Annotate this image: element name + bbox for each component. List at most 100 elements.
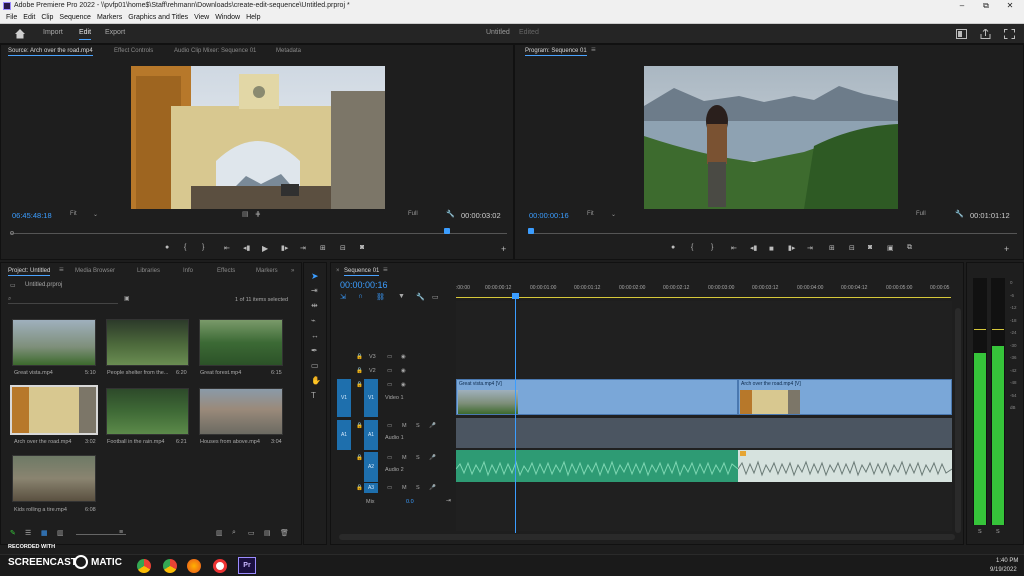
extract-icon[interactable]: ⊟ — [849, 244, 855, 252]
fullscreen-icon[interactable] — [1004, 29, 1015, 39]
mark-out-icon[interactable]: } — [711, 244, 713, 251]
firefox-icon[interactable] — [187, 559, 201, 573]
clip-thumbnail[interactable] — [199, 319, 283, 366]
tab-libraries[interactable]: Libraries — [137, 265, 160, 277]
menu-markers[interactable]: Markers — [97, 12, 122, 24]
tab-markers[interactable]: Markers — [256, 265, 278, 277]
camera-icon[interactable]: ◙ — [360, 244, 364, 251]
tab-media-browser[interactable]: Media Browser — [75, 265, 115, 277]
go-to-out-icon[interactable]: ⇥ — [300, 244, 306, 252]
timeline-clip-audio[interactable] — [456, 450, 738, 482]
a1-target-toggle[interactable]: A1 — [364, 420, 378, 450]
proxy-icon[interactable]: ⧉ — [907, 244, 912, 252]
wrench-icon[interactable]: 🔧 — [416, 293, 425, 301]
sync-icon[interactable]: ▭ — [387, 485, 392, 491]
overwrite-icon[interactable]: ⊟ — [340, 244, 346, 252]
sort-icon[interactable]: ≡ — [119, 529, 123, 536]
clip-thumbnail-selected[interactable] — [10, 385, 98, 435]
eye-icon[interactable]: ◉ — [401, 382, 406, 388]
program-quality-dropdown[interactable]: Full — [916, 211, 926, 217]
snap-icon[interactable]: ∩ — [358, 293, 363, 300]
project-search-input[interactable]: ⌕ — [8, 295, 118, 304]
list-view-icon[interactable]: ☰ — [25, 529, 31, 537]
tab-effects[interactable]: Effects — [217, 265, 235, 277]
tab-metadata[interactable]: Metadata — [276, 45, 301, 57]
source-quality-dropdown[interactable]: Full — [408, 211, 418, 217]
icon-view-icon[interactable]: ▦ — [41, 529, 48, 537]
sync-icon[interactable]: ▭ — [387, 455, 392, 461]
work-area-bar[interactable] — [456, 297, 951, 298]
add-button-icon[interactable]: + — [1004, 244, 1009, 254]
clip-thumbnail[interactable] — [106, 319, 189, 366]
tab-source[interactable]: Source: Arch over the road.mp4 — [8, 45, 93, 57]
step-back-icon[interactable]: ◂▮ — [243, 244, 250, 252]
source-zoom-handle[interactable] — [10, 231, 14, 235]
stop-icon[interactable]: ■ — [769, 244, 774, 253]
menu-view[interactable]: View — [194, 12, 209, 24]
step-forward-icon[interactable]: ▮▸ — [281, 244, 288, 252]
new-item-icon[interactable]: ▤ — [264, 529, 271, 537]
go-to-in-icon[interactable]: ⇤ — [224, 244, 230, 252]
mute-button[interactable]: M — [402, 455, 407, 461]
program-timecode[interactable]: 00:00:00:16 — [529, 211, 569, 220]
mute-button[interactable]: M — [402, 423, 407, 429]
rectangle-icon[interactable]: ▭ — [311, 361, 319, 370]
comparison-view-icon[interactable]: ▣ — [887, 244, 894, 252]
razor-icon[interactable]: ⌁ — [311, 316, 316, 325]
more-tabs-icon[interactable]: » — [291, 265, 294, 277]
a3-target-toggle[interactable]: A3 — [364, 483, 378, 493]
mark-out-icon[interactable]: } — [202, 244, 204, 251]
nest-icon[interactable]: ⇲ — [340, 293, 346, 301]
mark-in-icon[interactable]: { — [184, 244, 186, 251]
timeline-timecode[interactable]: 00:00:00:16 — [340, 280, 388, 290]
microphone-icon[interactable]: 🎤 — [429, 485, 436, 491]
menu-help[interactable]: Help — [246, 12, 260, 24]
source-timecode[interactable]: 06:45:48:18 — [12, 211, 52, 220]
panel-menu-icon[interactable]: ≡ — [59, 264, 64, 276]
add-button-icon[interactable]: + — [501, 244, 506, 254]
program-fit-dropdown[interactable]: Fit — [587, 211, 594, 217]
share-icon[interactable] — [980, 29, 991, 39]
step-forward-icon[interactable]: ▮▸ — [788, 244, 795, 252]
panel-menu-icon[interactable]: ≡ — [591, 44, 596, 56]
solo-button[interactable]: S — [416, 485, 420, 491]
eye-icon[interactable]: ◉ — [401, 354, 406, 360]
menu-file[interactable]: File — [6, 12, 17, 24]
wrench-icon[interactable]: 🔧 — [446, 210, 455, 218]
timeline-horizontal-scrollbar[interactable] — [339, 534, 955, 540]
camera-icon[interactable]: ◙ — [868, 244, 872, 251]
automate-icon[interactable]: ▥ — [216, 529, 223, 537]
sync-icon[interactable]: ▭ — [387, 423, 392, 429]
insert-icon[interactable]: ⊞ — [320, 244, 326, 252]
step-back-icon[interactable]: ◂▮ — [750, 244, 757, 252]
tab-export[interactable]: Export — [105, 29, 125, 36]
a1-source-patch[interactable]: A1 — [337, 420, 351, 450]
add-marker-icon[interactable]: ● — [671, 244, 675, 251]
v1-source-patch[interactable]: V1 — [337, 379, 351, 417]
timeline-playhead[interactable] — [515, 293, 516, 533]
hand-icon[interactable]: ✋ — [311, 376, 321, 385]
menu-window[interactable]: Window — [215, 12, 240, 24]
home-icon[interactable] — [14, 28, 26, 39]
tab-effect-controls[interactable]: Effect Controls — [114, 45, 153, 57]
microphone-icon[interactable]: 🎤 — [429, 455, 436, 461]
wrench-icon[interactable]: 🔧 — [955, 210, 964, 218]
tab-program[interactable]: Program: Sequence 01 — [525, 45, 587, 57]
sync-icon[interactable]: ▭ — [387, 354, 392, 360]
source-fit-dropdown[interactable]: Fit — [70, 211, 77, 217]
lock-icon[interactable]: 🔒 — [356, 368, 363, 374]
clip-thumbnail[interactable] — [12, 319, 96, 366]
sync-icon[interactable]: ▭ — [387, 368, 392, 374]
track-select-icon[interactable]: ⇥ — [311, 286, 318, 295]
close-icon[interactable]: × — [336, 265, 340, 277]
solo-button[interactable]: S — [416, 455, 420, 461]
play-icon[interactable]: ▶ — [262, 244, 268, 253]
sync-icon[interactable]: ▭ — [387, 382, 392, 388]
tracks-area[interactable] — [456, 301, 952, 531]
clip-thumbnail[interactable] — [12, 455, 96, 502]
time-ruler[interactable]: :00:00 00:00:00:12 00:00:01:00 00:00:01:… — [456, 285, 956, 299]
lock-icon[interactable]: 🔒 — [356, 354, 363, 360]
program-scrubber[interactable] — [528, 233, 1017, 234]
add-marker-icon[interactable]: ● — [165, 244, 169, 251]
add-marker-icon[interactable]: ▼ — [398, 293, 405, 300]
